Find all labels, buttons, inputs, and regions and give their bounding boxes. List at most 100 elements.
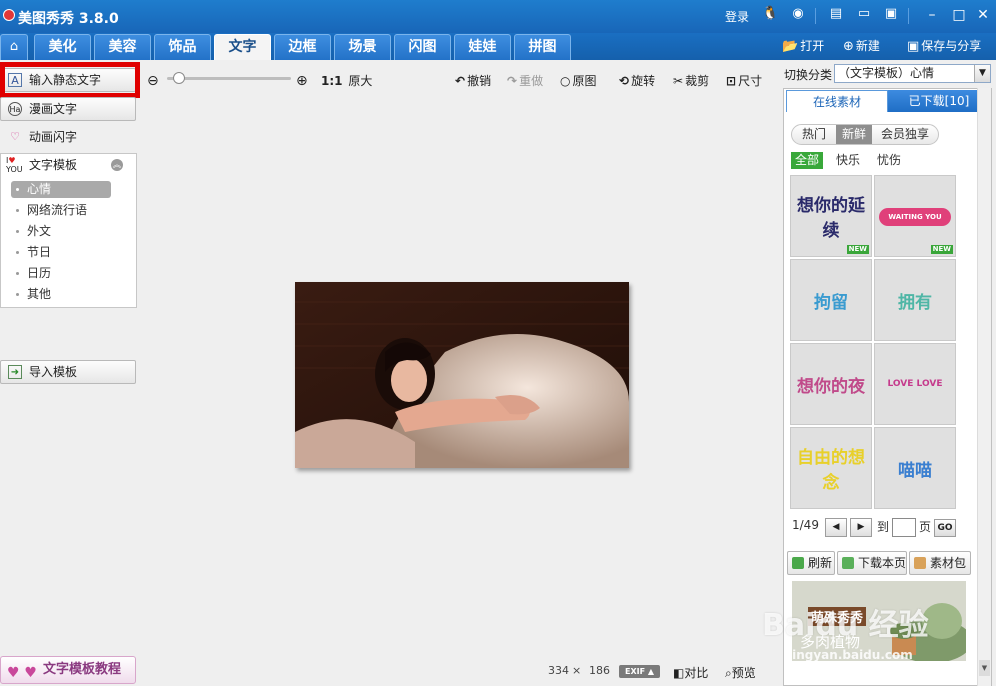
compare-label: 对比	[684, 666, 709, 680]
tab-7[interactable]: 娃娃	[454, 34, 511, 60]
category-select[interactable]: （文字模板）心情 ▼	[834, 64, 991, 83]
save-share-label: 保存与分享	[921, 39, 982, 53]
material-thumbnail[interactable]: 自由的想念	[790, 427, 872, 509]
crop-button[interactable]: ✂ 裁剪	[673, 73, 709, 89]
undo-button[interactable]: ↶ 撤销	[455, 73, 491, 89]
go-button[interactable]: GO	[934, 519, 956, 537]
maximize-icon[interactable]: □	[949, 5, 969, 25]
exif-button[interactable]: EXIF ▲	[619, 665, 661, 678]
segment-hot[interactable]: 热门	[792, 125, 836, 144]
tab-online-material[interactable]: 在线素材	[786, 90, 888, 112]
zoom-out-icon[interactable]: ⊖	[147, 73, 159, 89]
bullet-icon	[16, 251, 19, 254]
preview-button[interactable]: ⌕预览	[725, 664, 756, 681]
filter-sad[interactable]: 忧伤	[873, 152, 905, 169]
template-item[interactable]: 节日	[11, 244, 111, 261]
material-thumbnail[interactable]: WAITING YOU NEW	[874, 175, 956, 257]
thumbnail-text: LOVE LOVE	[887, 379, 943, 389]
segment-fresh[interactable]: 新鲜	[836, 125, 872, 144]
preview-label: 预览	[731, 666, 756, 680]
tab-4[interactable]: 边框	[274, 34, 331, 60]
tab-3[interactable]: 文字	[214, 34, 271, 60]
compare-button[interactable]: ◧对比	[673, 664, 708, 681]
material-thumbnail[interactable]: 拘留	[790, 259, 872, 341]
material-thumbnail[interactable]: 想你的夜	[790, 343, 872, 425]
qq-icon[interactable]: 🐧	[762, 6, 778, 22]
tab-downloaded[interactable]: 已下载[10]	[888, 90, 990, 112]
tab-6[interactable]: 闪图	[394, 34, 451, 60]
filter-all[interactable]: 全部	[791, 152, 824, 169]
template-tutorial-button[interactable]: ♥ ♥ 文字模板教程	[0, 656, 136, 684]
switch-category-label: 切换分类	[784, 68, 833, 82]
tab-1[interactable]: 美容	[94, 34, 151, 60]
redo-icon: ↷	[507, 74, 518, 88]
tab-8[interactable]: 拼图	[514, 34, 571, 60]
zoom-slider-knob[interactable]	[172, 72, 185, 84]
chevron-down-icon[interactable]: ▼	[974, 65, 990, 82]
thumbnail-text: 拥有	[898, 292, 932, 313]
tab-2[interactable]: 饰品	[154, 34, 211, 60]
template-item[interactable]: 日历	[11, 265, 111, 282]
preview-icon: ⌕	[725, 666, 732, 680]
highlight-box	[0, 62, 140, 98]
template-item-label: 外文	[27, 224, 52, 238]
segment-vip[interactable]: 会员独享	[872, 125, 938, 144]
material-thumbnail[interactable]: 想你的延续 NEW	[790, 175, 872, 257]
refresh-button[interactable]: 刷新	[787, 551, 835, 575]
rotate-icon: ⟲	[619, 74, 630, 88]
weibo-icon[interactable]: ◉	[790, 6, 806, 22]
redo-button[interactable]: ↷ 重做	[507, 73, 543, 89]
app-window: 美图秀秀 3.8.0 登录 🐧 ◉ ▤ ▭ ▣ – □ ✕ ⌂ 美化 美容 饰品 文字…	[0, 0, 996, 686]
comic-text-label: 漫画文字	[29, 102, 78, 116]
new-button[interactable]: ⊕ 新建	[843, 36, 880, 56]
material-grid: 想你的延续 NEW WAITING YOU NEW 拘留 拥有想你的夜 LOVE LOVE 自…	[790, 175, 960, 511]
scissors-icon: ✂	[673, 74, 684, 88]
feedback-icon[interactable]: ▭	[856, 6, 872, 22]
skin-icon[interactable]: ▤	[828, 6, 844, 22]
template-item[interactable]: 心情	[11, 181, 111, 198]
thumbnail-text: 自由的想念	[797, 448, 865, 493]
save-share-button[interactable]: ▣ 保存与分享	[907, 36, 981, 56]
menu-icon[interactable]: ▣	[883, 6, 899, 22]
template-item[interactable]: 其他	[11, 286, 111, 303]
zoom-in-icon[interactable]: ⊕	[296, 73, 308, 89]
template-item[interactable]: 外文	[11, 223, 111, 240]
close-icon[interactable]: ✕	[973, 5, 993, 25]
actual-size-button[interactable]: 1:1 原大	[321, 73, 372, 89]
next-page-button[interactable]: ▶	[850, 518, 872, 537]
prev-page-button[interactable]: ◀	[825, 518, 847, 537]
home-tab[interactable]: ⌂	[0, 34, 28, 60]
right-scrollbar[interactable]: ▼	[977, 88, 991, 686]
thumbnail-text: 喵喵	[898, 460, 932, 481]
comic-text-button[interactable]: Ha 漫画文字	[0, 97, 136, 121]
collapse-icon[interactable]: ︽	[111, 159, 123, 171]
material-thumbnail[interactable]: 喵喵	[874, 427, 956, 509]
resize-button[interactable]: ⊡ 尺寸	[726, 73, 762, 89]
material-thumbnail[interactable]: LOVE LOVE	[874, 343, 956, 425]
new-badge: NEW	[846, 245, 869, 254]
rotate-button[interactable]: ⟲ 旋转	[619, 73, 655, 89]
tab-5[interactable]: 场景	[334, 34, 391, 60]
i-love-you-icon: I♥ YOU	[6, 156, 23, 174]
original-button[interactable]: ○ 原图	[560, 73, 597, 89]
tab-0[interactable]: 美化	[34, 34, 91, 60]
template-item[interactable]: 网络流行语	[11, 202, 111, 219]
open-button[interactable]: 📂 打开	[782, 36, 824, 56]
template-header[interactable]: I♥ YOU 文字模板 ︽	[1, 154, 136, 176]
page-input[interactable]	[892, 518, 916, 537]
download-page-button[interactable]: 下载本页	[837, 551, 907, 575]
minimize-icon[interactable]: –	[922, 5, 942, 25]
material-thumbnail[interactable]: 拥有	[874, 259, 956, 341]
import-template-button[interactable]: ➜ 导入模板	[0, 360, 136, 384]
edit-photo[interactable]	[295, 282, 629, 468]
zoom-slider[interactable]	[167, 72, 291, 84]
material-pack-button[interactable]: 素材包	[909, 551, 971, 575]
filter-happy[interactable]: 快乐	[832, 152, 864, 169]
import-template-label: 导入模板	[29, 365, 78, 379]
animated-text-button[interactable]: ♡ 动画闪字	[0, 125, 136, 149]
exif-label: EXIF	[625, 667, 646, 676]
folder-icon: 📂	[782, 39, 799, 54]
login-link[interactable]: 登录	[725, 8, 749, 25]
ratio-label: 1:1	[321, 74, 343, 88]
scroll-down-icon[interactable]: ▼	[979, 660, 990, 676]
